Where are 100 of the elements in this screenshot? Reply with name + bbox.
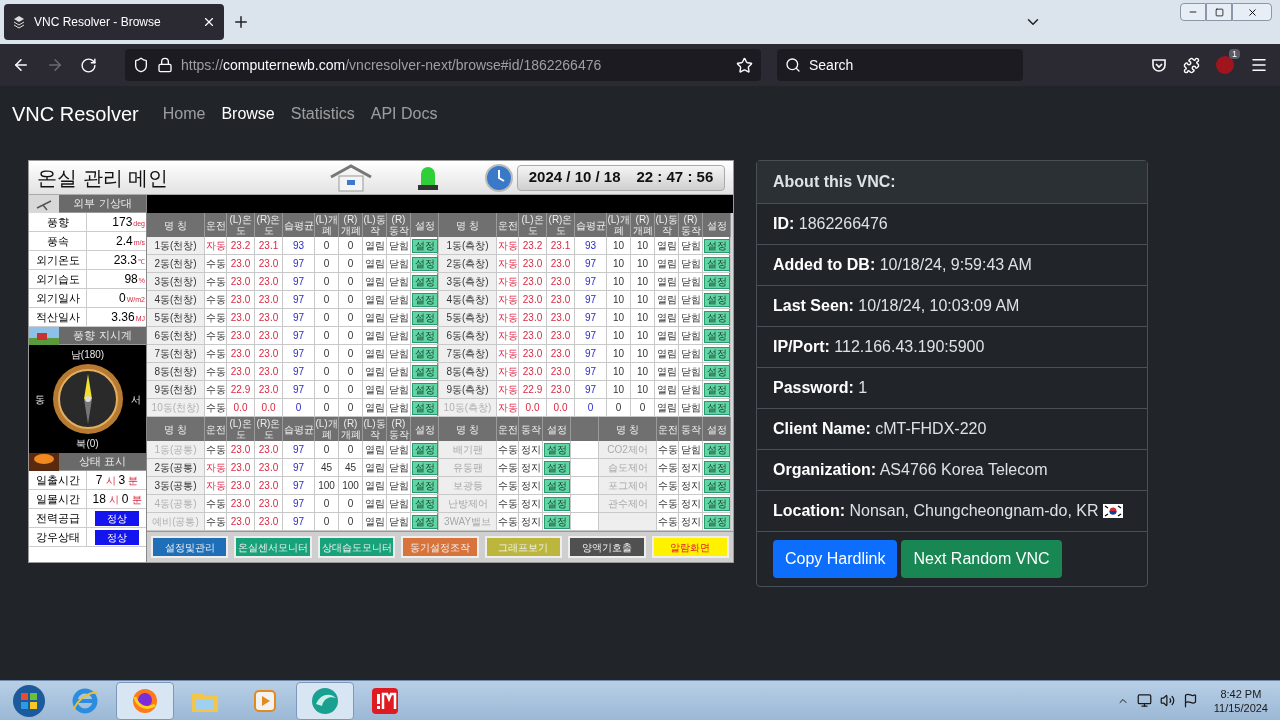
browser-tab[interactable]: VNC Resolver - Browse — [4, 4, 224, 40]
address-bar[interactable]: https://computernewb.com/vncresolver-next/browse#id/1862266476 — [125, 49, 761, 81]
setting-button[interactable]: 설정 — [703, 514, 730, 529]
setting-button[interactable]: 설정 — [411, 346, 438, 361]
screen-button[interactable]: 알람화면 — [651, 536, 729, 558]
column-header: (L)동작 — [363, 417, 387, 441]
setting-button[interactable]: 설정 — [543, 460, 570, 475]
setting-button[interactable]: 설정 — [411, 256, 438, 271]
column-header: (L)개폐 — [315, 417, 339, 441]
setting-button[interactable]: 설정 — [703, 382, 730, 397]
tab-title: VNC Resolver - Browse — [34, 14, 162, 31]
row-name: 1동(측창) — [439, 237, 497, 255]
reload-icon[interactable] — [80, 56, 97, 74]
column-header: (L)동작 — [363, 213, 387, 237]
setting-button[interactable]: 설정 — [703, 364, 730, 379]
row-name: 5동(측창) — [439, 309, 497, 327]
setting-button[interactable]: 설정 — [543, 514, 570, 529]
bookmark-icon[interactable] — [736, 56, 753, 74]
row-name: 9동(측창) — [439, 381, 497, 399]
row-name: 보광등 — [439, 477, 497, 495]
menu-icon[interactable] — [1250, 56, 1268, 74]
back-icon[interactable] — [12, 56, 30, 74]
column-header: (R)개폐 — [339, 417, 363, 441]
play-icon — [252, 687, 278, 714]
save-icon[interactable] — [1151, 57, 1167, 73]
time-reading: 7 시 3 분 — [94, 472, 140, 489]
info-text: Location: Nonsan, Chungcheongnam-do, KR — [773, 501, 1099, 521]
new-tab-icon[interactable] — [232, 13, 250, 31]
column-header: 명 칭 — [439, 213, 497, 237]
nav-link[interactable]: Home — [162, 102, 206, 126]
info-text: Added to DB: 10/18/24, 9:59:43 AM — [773, 255, 1032, 275]
column-header: 설정 — [411, 417, 439, 441]
nav-link[interactable]: Statistics — [290, 102, 355, 126]
row-name: 3동(공통) — [147, 477, 205, 495]
clock[interactable]: 8:42 PM 11/15/2024 — [1213, 686, 1268, 715]
minimize-button[interactable] — [1180, 3, 1206, 21]
column-header: 운전 — [497, 417, 519, 441]
setting-button[interactable]: 설정 — [703, 274, 730, 289]
close-icon[interactable] — [202, 15, 216, 29]
setting-button[interactable]: 설정 — [703, 442, 730, 457]
setting-button[interactable]: 설정 — [703, 346, 730, 361]
setting-button[interactable]: 설정 — [703, 238, 730, 253]
action-button[interactable]: Next Random VNC — [901, 540, 1062, 578]
compass-label: 남(180) — [70, 348, 105, 362]
screen-title: 온실 관리 메인 — [37, 165, 170, 191]
status-indicator: 정상 — [95, 530, 139, 545]
setting-button[interactable]: 설정 — [703, 496, 730, 511]
lock-icon[interactable] — [157, 57, 173, 73]
app-icon — [310, 685, 340, 716]
card-title: About this VNC: — [757, 161, 1147, 203]
nav-link[interactable]: API Docs — [370, 102, 438, 126]
lamp-icon — [29, 453, 59, 471]
shield-icon[interactable] — [133, 57, 149, 73]
setting-button[interactable]: 설정 — [411, 238, 438, 253]
taskbar-button[interactable] — [116, 681, 174, 720]
setting-button[interactable]: 설정 — [411, 292, 438, 307]
setting-button[interactable]: 설정 — [543, 496, 570, 511]
column-header: (R)온도 — [547, 213, 575, 237]
info-text: Client Name: cMT-FHDX-220 — [773, 419, 987, 439]
setting-button[interactable]: 설정 — [703, 460, 730, 475]
column-header: 동작 — [519, 417, 543, 441]
setting-button[interactable]: 설정 — [411, 478, 438, 493]
row-label: 풍속 — [29, 232, 87, 252]
row-name: 난방제어 — [439, 495, 497, 513]
fox-browser-icon — [131, 686, 159, 715]
url-text: https://computernewb.com/vncresolver-next/browse#id/1862266476 — [181, 55, 603, 75]
brand[interactable]: VNC Resolver — [12, 99, 139, 129]
setting-button[interactable]: 설정 — [703, 478, 730, 493]
setting-button[interactable]: 설정 — [543, 442, 570, 457]
search-field[interactable]: Search — [777, 49, 1023, 81]
setting-button[interactable]: 설정 — [543, 478, 570, 493]
row-name: 6동(천창) — [147, 327, 205, 345]
setting-button[interactable]: 설정 — [411, 382, 438, 397]
action-button[interactable]: Copy Hardlink — [773, 540, 898, 578]
flag-icon[interactable] — [1182, 693, 1198, 708]
row-name: 3동(측창) — [439, 273, 497, 291]
setting-button[interactable]: 설정 — [703, 328, 730, 343]
column-header: (R)온도 — [255, 417, 283, 441]
setting-button[interactable]: 설정 — [703, 292, 730, 307]
setting-button[interactable]: 설정 — [411, 364, 438, 379]
screen-button[interactable]: 양액기호출 — [568, 536, 646, 558]
setting-button[interactable]: 설정 — [703, 256, 730, 271]
nav-link[interactable]: Browse — [221, 102, 275, 126]
setting-button[interactable]: 설정 — [411, 274, 438, 289]
column-header: 명 칭 — [147, 417, 205, 441]
site-icon — [12, 15, 26, 29]
row-name: 유동팬 — [439, 459, 497, 477]
row-name: 4동(공통) — [147, 495, 205, 513]
setting-button[interactable]: 설정 — [411, 460, 438, 475]
setting-button[interactable]: 설정 — [411, 328, 438, 343]
setting-button[interactable]: 설정 — [703, 310, 730, 325]
volume-icon[interactable] — [1159, 693, 1175, 708]
taskbar-button[interactable] — [296, 681, 354, 720]
setting-button[interactable]: 설정 — [411, 310, 438, 325]
network-icon[interactable] — [1136, 693, 1152, 708]
maximize-button[interactable] — [1206, 3, 1232, 21]
column-header: (R)동작 — [387, 417, 411, 441]
screen-button[interactable]: 설정및관리 — [151, 536, 229, 558]
extensions-icon[interactable] — [1183, 56, 1200, 74]
section-header: 외부 기상대 — [59, 195, 146, 212]
